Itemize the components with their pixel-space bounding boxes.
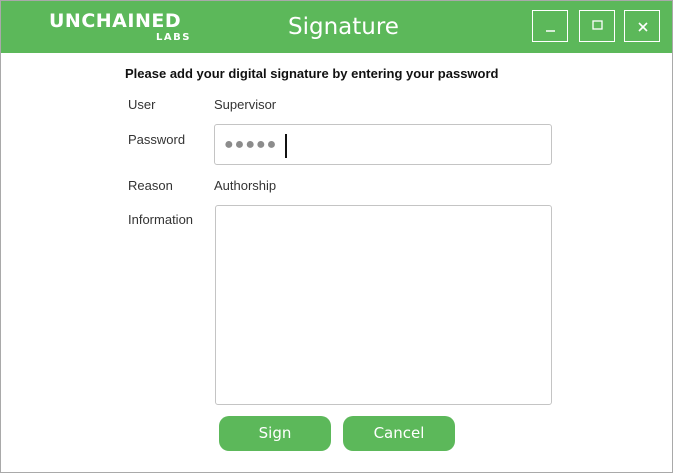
- sign-button[interactable]: Sign: [219, 416, 331, 451]
- password-masked-value: ●●●●●: [224, 136, 278, 153]
- password-label: Password: [128, 132, 186, 147]
- reason-label: Reason: [128, 178, 173, 193]
- logo-main-text: UNCHAINED: [49, 10, 182, 32]
- signature-dialog: UNCHAINED LABS Signature Please add your…: [0, 0, 673, 473]
- minimize-button[interactable]: [532, 10, 568, 42]
- user-label: User: [128, 97, 156, 112]
- text-caret: [285, 134, 287, 158]
- signature-instruction: Please add your digital signature by ent…: [125, 66, 499, 81]
- cancel-button[interactable]: Cancel: [343, 416, 455, 451]
- information-label: Information: [128, 212, 194, 227]
- close-icon: [638, 22, 648, 32]
- unchained-labs-logo: UNCHAINED LABS: [49, 10, 199, 46]
- close-button[interactable]: [624, 10, 660, 42]
- title-bar[interactable]: UNCHAINED LABS Signature: [1, 1, 672, 53]
- information-textarea[interactable]: [215, 205, 552, 405]
- user-value: Supervisor: [214, 97, 277, 112]
- minimize-icon: [546, 30, 555, 32]
- maximize-button[interactable]: [579, 10, 615, 42]
- window-title: Signature: [288, 14, 399, 40]
- maximize-icon: [592, 20, 603, 30]
- logo-sub-text: LABS: [156, 32, 191, 43]
- reason-value: Authorship: [214, 178, 277, 193]
- password-field[interactable]: ●●●●●: [214, 124, 552, 165]
